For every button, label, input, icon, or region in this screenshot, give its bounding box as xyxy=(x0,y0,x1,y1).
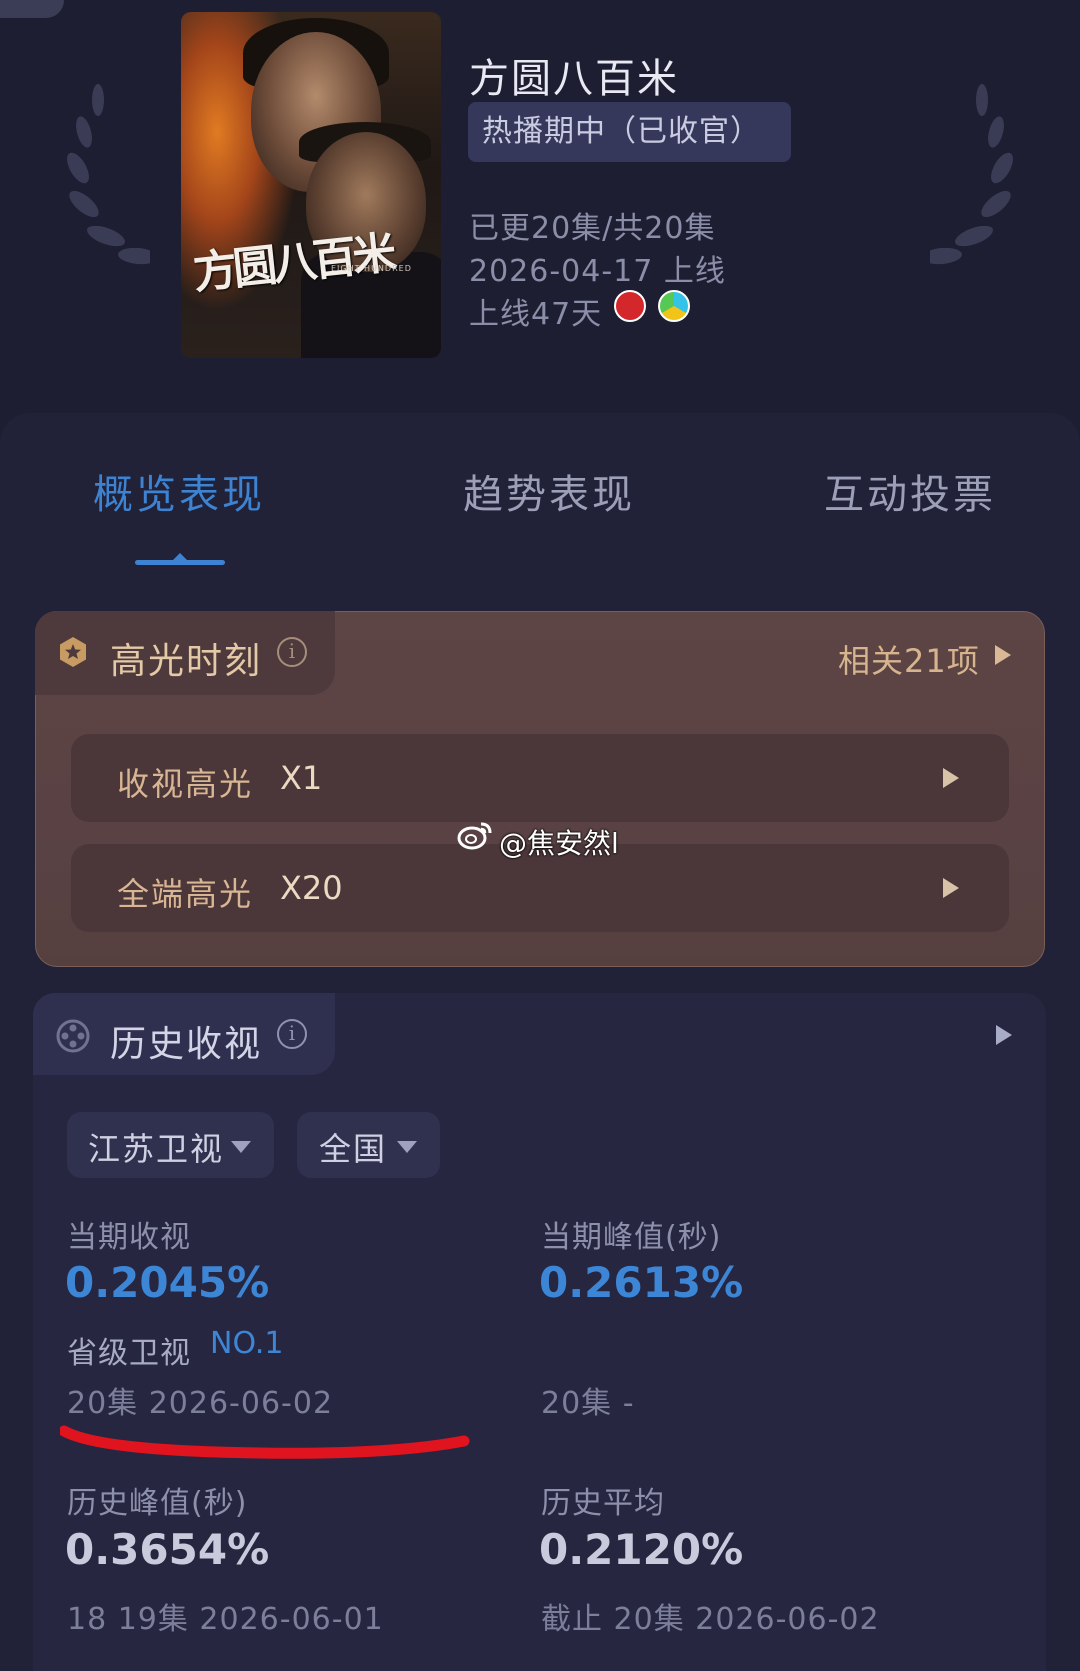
current-peak-value: 0.2613% xyxy=(539,1258,744,1307)
tab-vote[interactable]: 互动投票 xyxy=(824,462,996,520)
caret-down-icon xyxy=(231,1141,251,1153)
current-rating-episode: 20集 2026-06-02 xyxy=(67,1386,334,1421)
play-arrow-icon[interactable] xyxy=(995,645,1011,665)
back-tab[interactable] xyxy=(0,0,64,18)
poster-english-title: EIGHT HUNDRED xyxy=(331,264,412,273)
caret-down-icon xyxy=(397,1141,417,1153)
current-peak-label: 当期峰值(秒) xyxy=(541,1220,722,1255)
channel-dropdown[interactable]: 江苏卫视 xyxy=(67,1112,274,1178)
video-platform-icon[interactable] xyxy=(658,290,690,322)
play-arrow-icon[interactable] xyxy=(943,878,959,898)
play-arrow-icon[interactable] xyxy=(996,1025,1012,1045)
show-title: 方圆八百米 xyxy=(469,56,679,102)
historical-peak-label: 历史峰值(秒) xyxy=(67,1486,248,1521)
star-badge-icon xyxy=(60,637,86,667)
historical-peak-episode: 18 19集 2026-06-01 xyxy=(67,1602,384,1637)
release-date: 2026-04-17 上线 xyxy=(469,254,726,289)
region-dropdown-value: 全国 xyxy=(319,1130,388,1168)
rank-badge: NO.1 xyxy=(210,1326,284,1361)
info-icon[interactable]: i xyxy=(277,637,307,667)
laurel-left-icon xyxy=(67,84,150,265)
rank-category: 省级卫视 xyxy=(67,1336,191,1371)
tv-station-red-icon[interactable] xyxy=(614,290,646,322)
historical-average-value: 0.2120% xyxy=(539,1525,744,1574)
highlight-row-label: 全端高光 xyxy=(117,875,254,913)
watermark: @焦安然l xyxy=(499,827,619,860)
laurel-right-icon xyxy=(930,84,1013,265)
highlight-row-value: X20 xyxy=(280,869,343,907)
status-badge: 热播期中（已收官） xyxy=(468,102,791,162)
highlight-row-value: X1 xyxy=(280,759,323,797)
historical-peak-value: 0.3654% xyxy=(65,1525,270,1574)
film-reel-icon xyxy=(56,1019,90,1053)
channel-dropdown-value: 江苏卫视 xyxy=(88,1130,225,1168)
weibo-icon xyxy=(457,822,492,850)
current-rating-value: 0.2045% xyxy=(65,1258,270,1307)
show-poster[interactable]: 方圆八百米 EIGHT HUNDRED xyxy=(181,12,441,358)
highlight-related-link[interactable]: 相关21项 xyxy=(838,636,980,682)
current-rating-label: 当期收视 xyxy=(67,1220,191,1255)
tab-trend[interactable]: 趋势表现 xyxy=(463,462,635,520)
play-arrow-icon[interactable] xyxy=(943,768,959,788)
tab-overview[interactable]: 概览表现 xyxy=(93,462,265,520)
red-underline-annotation xyxy=(60,1425,470,1459)
episode-count: 已更20集/共20集 xyxy=(469,211,716,246)
highlight-title: 高光时刻 xyxy=(110,641,263,682)
days-online: 上线47天 xyxy=(469,297,603,332)
history-title: 历史收视 xyxy=(110,1024,263,1065)
region-dropdown[interactable]: 全国 xyxy=(297,1112,440,1178)
highlight-row-label: 收视高光 xyxy=(117,765,254,803)
current-peak-episode: 20集 - xyxy=(541,1386,635,1421)
historical-average-label: 历史平均 xyxy=(541,1486,665,1521)
tab-indicator xyxy=(135,560,225,565)
historical-average-episode: 截止 20集 2026-06-02 xyxy=(541,1602,880,1637)
info-icon[interactable]: i xyxy=(277,1019,307,1049)
